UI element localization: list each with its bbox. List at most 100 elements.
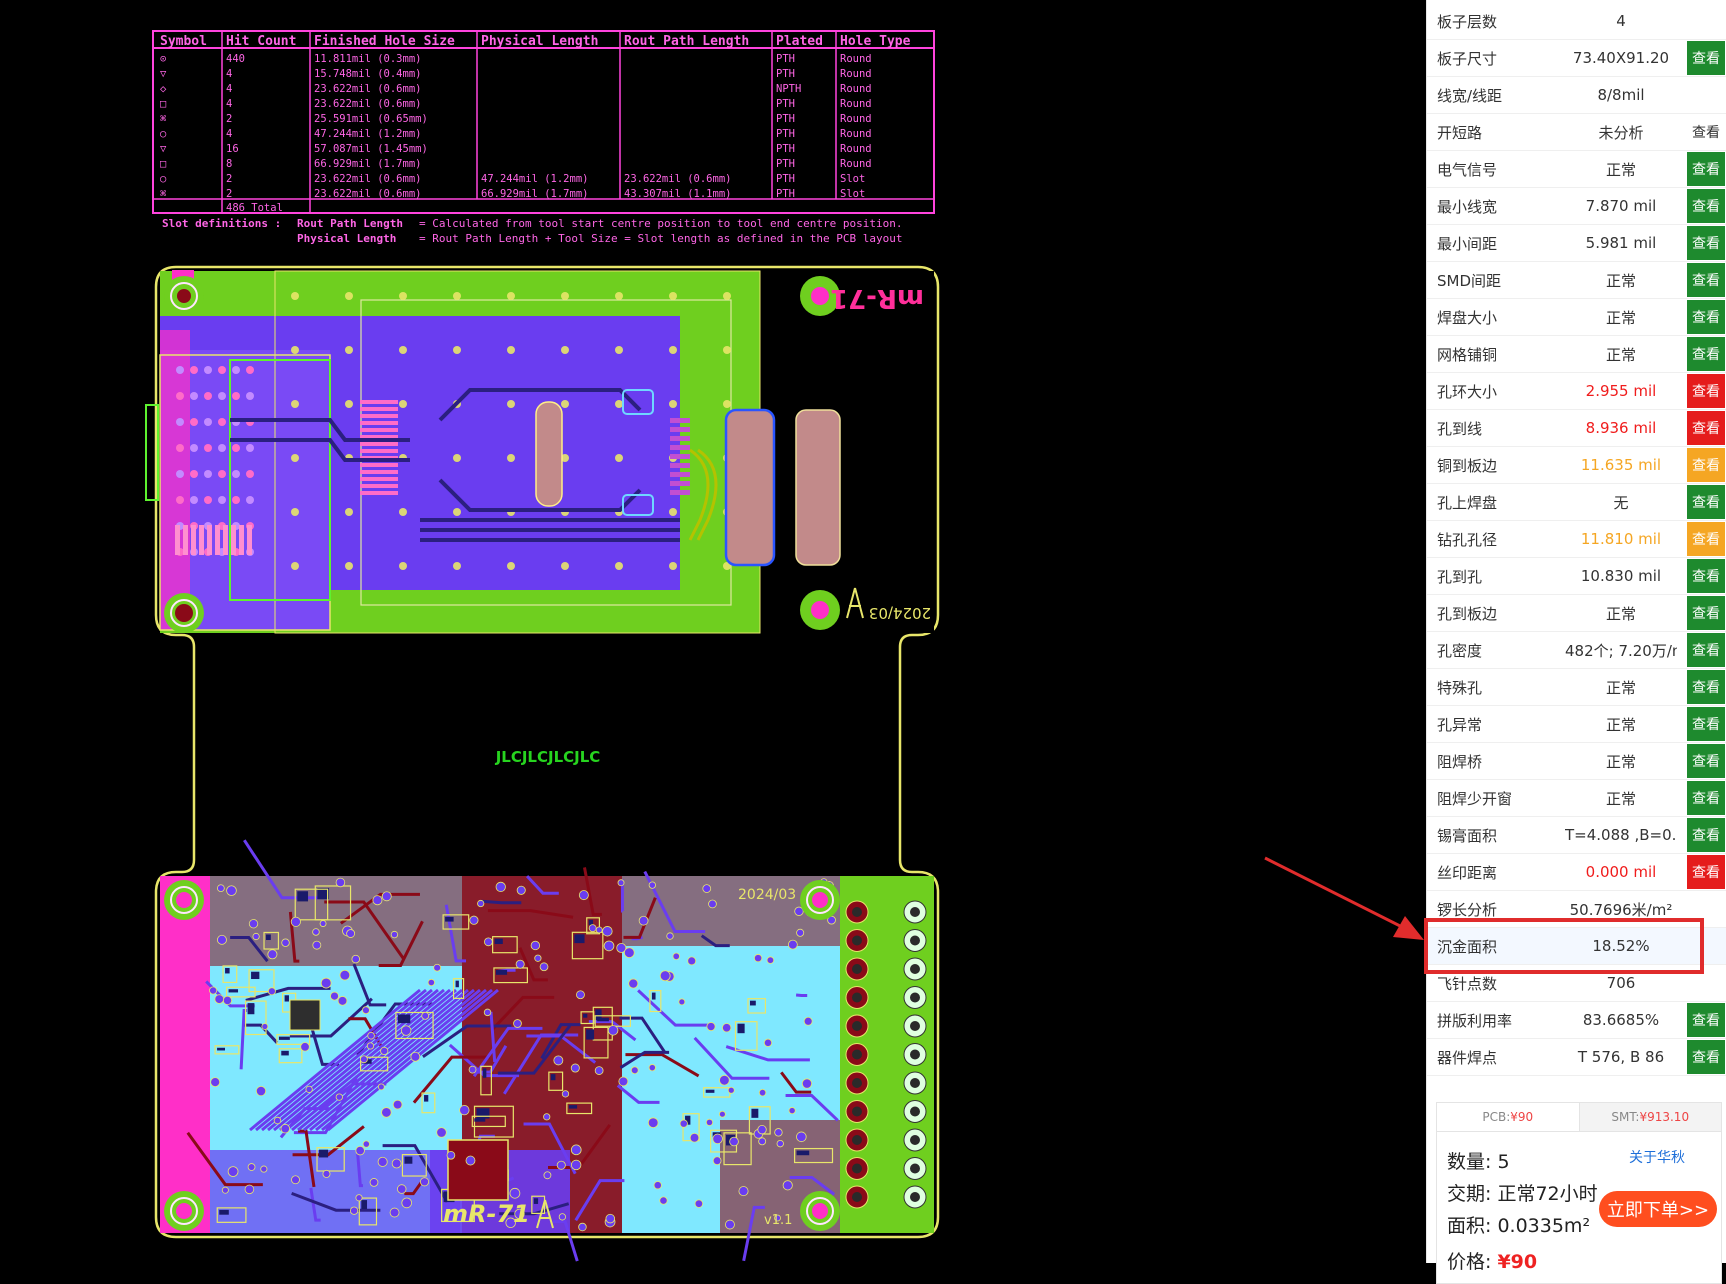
view-button[interactable]: 查看 (1687, 1003, 1725, 1037)
view-button[interactable]: 查看 (1687, 263, 1725, 297)
dfm-row-label: 孔上焊盘 (1437, 493, 1498, 512)
dfm-row: 阻焊少开窗 正常 查看 (1427, 780, 1726, 817)
dfm-row: 拼版利用率 83.6685% 查看 (1427, 1002, 1726, 1039)
quantity-label: 数量: (1447, 1151, 1492, 1173)
view-button[interactable]: 查看 (1687, 300, 1725, 334)
view-button[interactable]: 查看 (1687, 374, 1725, 408)
dfm-row-label: 开短路 (1437, 123, 1483, 142)
dfm-row: 特殊孔 正常 查看 (1427, 669, 1726, 706)
view-button[interactable]: 查看 (1687, 448, 1725, 482)
dfm-row-label: 孔到板边 (1437, 604, 1498, 623)
order-now-button[interactable]: 立即下单>> (1599, 1191, 1717, 1227)
drill-table: Symbol Hit Count Finished Hole Size Phys… (152, 30, 935, 245)
drill-cell-type: Round (840, 143, 872, 155)
about-link[interactable]: 关于华秋 (1629, 1147, 1685, 1167)
dfm-row: 器件焊点 T 576, B 86 查看 (1427, 1039, 1726, 1076)
dfm-row-value: 482个; 7.20万/m² (1565, 641, 1677, 660)
dfm-row-value: 正常 (1605, 308, 1636, 327)
view-button[interactable]: 查看 (1687, 41, 1725, 75)
slot-def-title: Slot definitions : (162, 217, 281, 230)
view-button[interactable]: 查看 (1687, 744, 1725, 778)
dfm-row-label: 板子层数 (1437, 12, 1498, 31)
dfm-row-label: 孔异常 (1437, 715, 1483, 734)
view-button[interactable]: 查看 (1687, 633, 1725, 667)
bottom-board-date: 2024/03 (738, 887, 796, 903)
drill-cell-size: 57.087mil (1.45mm) (314, 143, 428, 155)
dfm-row: 丝印距离 0.000 mil 查看 (1427, 854, 1726, 891)
th-finished-size: Finished Hole Size (314, 34, 455, 49)
drill-cell-hits: 2 (226, 113, 232, 125)
drill-cell-hits: 4 (226, 83, 232, 95)
dfm-row-value: 正常 (1605, 752, 1636, 771)
dfm-row-label: 阻焊桥 (1437, 752, 1483, 771)
dfm-row-value: 正常 (1605, 715, 1636, 734)
tab-pcb[interactable]: PCB: ¥90 (1437, 1103, 1579, 1131)
drill-cell-size: 23.622mil (0.6mm) (314, 98, 421, 110)
annotation-arrow (1264, 856, 1424, 940)
drill-cell-type: Round (840, 113, 872, 125)
dfm-row-value: 11.635 mil (1580, 456, 1662, 474)
view-button[interactable]: 查看 (1687, 559, 1725, 593)
view-button[interactable]: 查看 (1687, 596, 1725, 630)
lead-time-label: 交期: (1447, 1183, 1492, 1205)
view-button[interactable]: 查看 (1687, 855, 1725, 889)
drill-cell-plated: PTH (776, 68, 795, 80)
drill-cell-type: Slot (840, 173, 865, 185)
dfm-row-label: 锣长分析 (1437, 900, 1498, 919)
tab-smt[interactable]: SMT: ¥913.10 (1578, 1103, 1721, 1131)
drill-cell-hits: 4 (226, 68, 232, 80)
th-physical-length: Physical Length (481, 34, 598, 49)
drill-cell-size: 47.244mil (1.2mm) (314, 128, 421, 140)
dfm-row-label: 板子尺寸 (1437, 49, 1498, 68)
view-button[interactable]: 查看 (1687, 522, 1725, 556)
drill-total: 486 Total (226, 202, 283, 214)
drill-symbol-icon: ⌘ (160, 113, 166, 125)
dfm-row: 线宽/线距 8/8mil (1427, 77, 1726, 114)
dfm-row-value: 50.7696米/m² (1569, 900, 1673, 919)
order-card: PCB: ¥90 SMT: ¥913.10 数量: 5 关于华秋 交期: 正常72小… (1436, 1102, 1722, 1284)
dfm-row: SMD间距 正常 查看 (1427, 262, 1726, 299)
view-button[interactable]: 查看 (1687, 152, 1725, 186)
th-hit-count: Hit Count (226, 34, 296, 49)
dfm-row-value: 0.000 mil (1585, 863, 1657, 881)
drill-cell-plated: PTH (776, 173, 795, 185)
dfm-row-value: 正常 (1605, 160, 1636, 179)
drill-cell-size: 11.811mil (0.3mm) (314, 53, 421, 65)
drill-cell-hits: 8 (226, 158, 232, 170)
view-button[interactable]: 查看 (1687, 189, 1725, 223)
view-button[interactable]: 查看 (1687, 115, 1725, 149)
view-button[interactable]: 查看 (1687, 781, 1725, 815)
drill-cell-hits: 16 (226, 143, 239, 155)
dfm-row-value: 正常 (1605, 789, 1636, 808)
view-button[interactable]: 查看 (1687, 818, 1725, 852)
view-button[interactable]: 查看 (1687, 1040, 1725, 1074)
drill-cell-size: 66.929mil (1.7mm) (314, 158, 421, 170)
drill-symbol-icon: □ (160, 98, 167, 110)
drill-cell-plated: PTH (776, 113, 795, 125)
tab-smt-label: SMT: (1611, 1110, 1640, 1124)
dfm-row-value: 11.810 mil (1580, 530, 1662, 548)
drill-symbol-icon: □ (160, 158, 167, 170)
highlight-box (1424, 918, 1704, 974)
th-symbol: Symbol (160, 34, 207, 49)
dfm-row: 孔到孔 10.830 mil 查看 (1427, 558, 1726, 595)
view-button[interactable]: 查看 (1687, 485, 1725, 519)
drill-cell-plated: PTH (776, 158, 795, 170)
dfm-row-value: 5.981 mil (1585, 234, 1657, 252)
drill-cell-hits: 440 (226, 53, 245, 65)
drill-cell-type: Round (840, 53, 872, 65)
lead-time-value: 正常72小时 (1497, 1183, 1598, 1205)
view-button[interactable]: 查看 (1687, 670, 1725, 704)
area-line: 面积: 0.0335m² (1447, 1211, 1590, 1238)
view-button[interactable]: 查看 (1687, 411, 1725, 445)
drill-cell-plated: PTH (776, 143, 795, 155)
view-button[interactable]: 查看 (1687, 337, 1725, 371)
view-button[interactable]: 查看 (1687, 707, 1725, 741)
drill-cell-type: Round (840, 83, 872, 95)
pcb-viewer-canvas[interactable]: Symbol Hit Count Finished Hole Size Phys… (0, 0, 1426, 1263)
view-button[interactable]: 查看 (1687, 226, 1725, 260)
breakaway-text: JLCJLCJLCJLC (495, 748, 601, 766)
drill-cell-size: 23.622mil (0.6mm) (314, 173, 421, 185)
dfm-row: 孔上焊盘 无 查看 (1427, 484, 1726, 521)
drill-symbol-icon: ◇ (160, 83, 167, 95)
